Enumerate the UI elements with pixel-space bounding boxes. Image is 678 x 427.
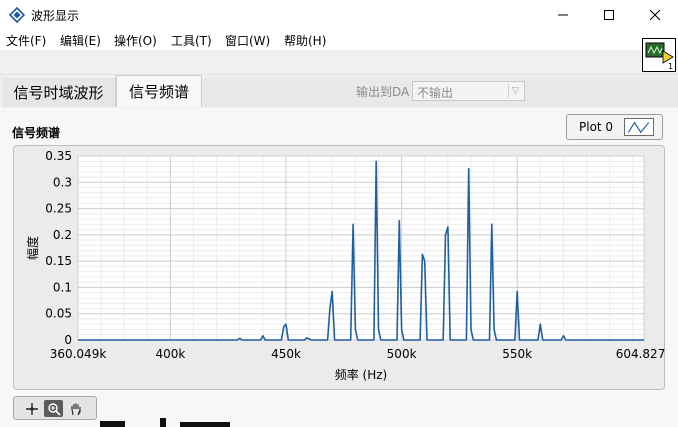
- spectrum-graph[interactable]: 0 0.05 0.1 0.15 0.2 0.25 0.3 0.35 360.049k 400k 4…: [13, 145, 665, 390]
- y-tick-label: 0: [64, 333, 72, 347]
- labview-window: 波形显示 文件(F) 编辑(E) 操作(O) 工具(T) 窗口(W) 帮助(H)…: [0, 0, 678, 427]
- maximize-icon: [604, 10, 614, 20]
- menu-edit[interactable]: 编辑(E): [60, 32, 101, 49]
- y-tick-label: 0.15: [45, 254, 72, 268]
- graph-palette: [13, 396, 97, 420]
- plot-legend-label: Plot 0: [579, 120, 614, 134]
- y-tick-label: 0.3: [53, 175, 72, 189]
- zoom-icon: [47, 402, 61, 416]
- da-output-value: 不输出: [417, 86, 454, 100]
- x-tick-label: 450k: [271, 347, 301, 361]
- x-tick-label: 500k: [387, 347, 417, 361]
- plot-legend[interactable]: Plot 0: [566, 114, 663, 140]
- graph-caption: 信号频谱: [12, 126, 61, 140]
- menu-operate[interactable]: 操作(O): [114, 32, 157, 49]
- menu-window[interactable]: 窗口(W): [225, 32, 270, 49]
- vi-icon[interactable]: 1: [642, 38, 676, 72]
- y-tick-label: 0.2: [53, 228, 72, 242]
- title-bar: 波形显示: [0, 0, 678, 30]
- waveform-vi-icon: 1: [645, 42, 674, 71]
- tab-spectrum-label: 信号频谱: [128, 83, 189, 101]
- tab-spectrum[interactable]: 信号频谱: [116, 75, 202, 107]
- labview-diamond-icon: [9, 7, 25, 23]
- palette-cursor-button[interactable]: [22, 400, 41, 417]
- y-tick-label: 0.05: [45, 307, 72, 321]
- partial-control-bottom: [100, 421, 125, 427]
- y-tick-labels: 0 0.05 0.1 0.15 0.2 0.25 0.3 0.35: [45, 149, 72, 347]
- plot-line-swatch-icon: [624, 118, 654, 136]
- x-tick-label: 550k: [502, 347, 532, 361]
- plot-area: [78, 156, 644, 340]
- window-title: 波形显示: [31, 9, 80, 23]
- x-tick-label: 604.827k: [616, 347, 665, 361]
- tab-bar: 信号时域波形 信号频谱: [0, 75, 678, 107]
- minimize-button[interactable]: [540, 0, 586, 30]
- partial-control-bottom: [180, 422, 230, 427]
- menu-help[interactable]: 帮助(H): [284, 32, 326, 49]
- y-tick-label: 0.1: [53, 280, 72, 294]
- y-tick-label: 0.35: [45, 149, 72, 163]
- x-axis-label: 频率 (Hz): [335, 367, 388, 382]
- da-output-label: 输出到DA: [356, 85, 410, 99]
- tab-time-domain-label: 信号时域波形: [13, 84, 104, 102]
- pan-hand-icon: [70, 403, 81, 415]
- palette-zoom-button[interactable]: [44, 400, 63, 417]
- menu-file[interactable]: 文件(F): [6, 32, 46, 49]
- tab-time-domain[interactable]: 信号时域波形: [2, 78, 116, 107]
- menu-bar: 文件(F) 编辑(E) 操作(O) 工具(T) 窗口(W) 帮助(H): [0, 30, 678, 50]
- cursor-move-icon: [25, 402, 38, 415]
- close-icon: [649, 9, 661, 21]
- menu-tools[interactable]: 工具(T): [171, 32, 212, 49]
- da-output-select[interactable]: 不输出 ▽: [412, 81, 525, 101]
- toolbar-strip: [0, 50, 678, 75]
- x-tick-labels: 360.049k 400k 450k 500k 550k 604.827k: [50, 347, 665, 361]
- chevron-down-icon[interactable]: ▽: [508, 84, 522, 98]
- maximize-button[interactable]: [586, 0, 632, 30]
- y-axis-label: 幅度: [25, 236, 40, 260]
- vi-icon-number: 1: [668, 62, 673, 71]
- minimize-icon: [558, 14, 568, 16]
- close-button[interactable]: [632, 0, 678, 30]
- partial-control-bottom: [160, 418, 166, 427]
- x-tick-label: 400k: [155, 347, 185, 361]
- palette-pan-button[interactable]: [66, 400, 85, 417]
- y-tick-label: 0.25: [45, 202, 72, 216]
- x-tick-label: 360.049k: [50, 347, 107, 361]
